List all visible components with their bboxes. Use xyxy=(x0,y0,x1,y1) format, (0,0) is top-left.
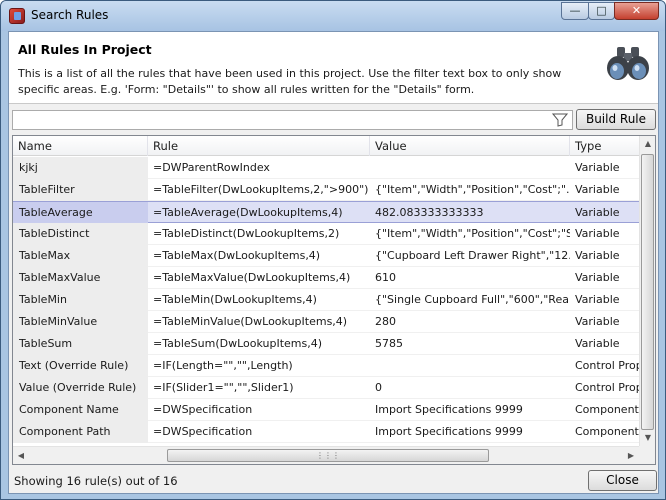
cell-rule: =TableMax(DwLookupItems,4) xyxy=(153,249,321,262)
table-row[interactable]: Component Path =DWSpecification Import Spe… xyxy=(13,421,639,443)
cell-type: Variable xyxy=(575,161,620,174)
scrollbar-corner xyxy=(639,446,655,464)
horizontal-scroll-thumb[interactable]: ⋮⋮⋮ xyxy=(167,449,489,462)
cell-rule: =DWSpecification xyxy=(153,425,253,438)
vertical-scroll-thumb[interactable] xyxy=(641,154,654,430)
cell-rule: =TableMinValue(DwLookupItems,4) xyxy=(153,315,348,328)
scroll-left-icon[interactable]: ◀ xyxy=(13,447,29,464)
vertical-scrollbar[interactable]: ▲ ▼ xyxy=(639,136,655,446)
maximize-button[interactable]: □ xyxy=(588,2,615,20)
header-title: All Rules In Project xyxy=(18,42,152,57)
cell-rule: =TableDistinct(DwLookupItems,2) xyxy=(153,227,340,240)
app-icon xyxy=(9,8,25,24)
minimize-button[interactable]: — xyxy=(561,2,589,20)
cell-value: 482.083333333333 xyxy=(375,206,484,219)
horizontal-scrollbar[interactable]: ◀ ⋮⋮⋮ ▶ xyxy=(13,446,639,464)
header-panel: All Rules In Project This is a list of a… xyxy=(9,32,658,104)
cell-type: Variable xyxy=(575,271,620,284)
cell-rule: =DWSpecification xyxy=(153,403,253,416)
table-row[interactable]: TableFilter =TableFilter(DwLookupItems,2,… xyxy=(13,179,639,201)
search-rules-window: Search Rules — □ ✕ All Rules In Project … xyxy=(0,0,666,500)
table-row[interactable]: TableSum =TableSum(DwLookupItems,4) 5785 Va… xyxy=(13,333,639,355)
cell-type: Variable xyxy=(575,249,620,262)
table-row[interactable]: TableAverage =TableAverage(DwLookupItems,… xyxy=(13,201,639,224)
cell-type: Variable xyxy=(575,183,620,196)
rules-grid: Name Rule Value Type kjkj =DWParentRowInd… xyxy=(12,135,656,465)
cell-value xyxy=(370,355,570,377)
title-bar[interactable]: Search Rules — □ ✕ xyxy=(1,1,665,31)
table-row[interactable]: TableMin =TableMin(DwLookupItems,4) {"Sing… xyxy=(13,289,639,311)
status-text: Showing 16 rule(s) out of 16 xyxy=(14,474,178,488)
cell-value: Import Specifications 9999 xyxy=(375,425,523,438)
cell-value: 280 xyxy=(375,315,396,328)
column-header-rule[interactable]: Rule xyxy=(148,136,370,156)
column-header-name[interactable]: Name xyxy=(13,136,148,156)
scroll-right-icon[interactable]: ▶ xyxy=(623,447,639,464)
cell-value xyxy=(370,157,570,179)
table-row[interactable]: Text (Override Rule) =IF(Length="","",Len… xyxy=(13,355,639,377)
cell-type: Component xyxy=(575,425,639,438)
cell-value: 610 xyxy=(375,271,396,284)
cell-rule: =TableMin(DwLookupItems,4) xyxy=(153,293,317,306)
table-row[interactable]: TableMaxValue =TableMaxValue(DwLookupItem… xyxy=(13,267,639,289)
window-title: Search Rules xyxy=(31,8,109,22)
cell-name: Component Name xyxy=(13,399,148,421)
table-row[interactable]: kjkj =DWParentRowIndex Variable xyxy=(13,157,639,179)
cell-type: Variable xyxy=(575,337,620,350)
scroll-up-icon[interactable]: ▲ xyxy=(640,136,655,152)
table-row[interactable]: TableMax =TableMax(DwLookupItems,4) {"Cupb… xyxy=(13,245,639,267)
cell-name: TableMaxValue xyxy=(13,267,148,289)
cell-rule: =DWParentRowIndex xyxy=(153,161,270,174)
cell-value: 5785 xyxy=(375,337,403,350)
cell-name: TableSum xyxy=(13,333,148,355)
filter-input[interactable] xyxy=(12,110,573,130)
table-row[interactable]: TableMinValue =TableMinValue(DwLookupItem… xyxy=(13,311,639,333)
cell-name: TableMax xyxy=(13,245,148,267)
table-row[interactable]: Component Name =DWSpecification Import Spe… xyxy=(13,399,639,421)
cell-type: Control Prop xyxy=(575,359,639,372)
header-description: This is a list of all the rules that hav… xyxy=(18,67,562,96)
grid-header: Name Rule Value Type xyxy=(13,136,639,156)
filter-funnel-icon[interactable] xyxy=(552,113,568,127)
cell-rule: =TableFilter(DwLookupItems,2,">900") xyxy=(153,183,369,196)
cell-rule: =TableMaxValue(DwLookupItems,4) xyxy=(153,271,351,284)
cell-type: Variable xyxy=(575,227,620,240)
cell-name: TableFilter xyxy=(13,179,148,201)
dialog-client-area: All Rules In Project This is a list of a… xyxy=(8,31,659,494)
table-row[interactable]: Value (Override Rule) =IF(Slider1="","",S… xyxy=(13,377,639,399)
cell-type: Control Prop xyxy=(575,381,639,394)
window-close-button[interactable]: ✕ xyxy=(614,2,659,20)
cell-rule: =TableSum(DwLookupItems,4) xyxy=(153,337,323,350)
table-row[interactable]: TableDistinct =TableDistinct(DwLookupItem… xyxy=(13,223,639,245)
cell-value: {"Single Cupboard Full","600","Rea... xyxy=(375,293,570,306)
cell-type: Component xyxy=(575,403,639,416)
cell-value: {"Item","Width","Position","Cost";"... xyxy=(375,183,570,196)
cell-rule: =IF(Slider1="","",Slider1) xyxy=(153,381,294,394)
cell-name: kjkj xyxy=(13,157,148,179)
cell-name: TableMinValue xyxy=(13,311,148,333)
cell-name: Text (Override Rule) xyxy=(13,355,148,377)
cell-name: Component Path xyxy=(13,421,148,443)
scroll-down-icon[interactable]: ▼ xyxy=(640,430,655,446)
cell-type: Variable xyxy=(575,315,620,328)
cell-name: Value (Override Rule) xyxy=(13,377,148,399)
cell-name: TableAverage xyxy=(13,202,148,224)
column-header-value[interactable]: Value xyxy=(370,136,570,156)
cell-type: Variable xyxy=(575,206,620,219)
binoculars-icon xyxy=(607,47,649,80)
cell-name: TableDistinct xyxy=(13,223,148,245)
cell-value: 0 xyxy=(375,381,382,394)
cell-rule: =IF(Length="","",Length) xyxy=(153,359,293,372)
close-button[interactable]: Close xyxy=(588,470,657,491)
cell-value: Import Specifications 9999 xyxy=(375,403,523,416)
cell-name: TableMin xyxy=(13,289,148,311)
column-header-type[interactable]: Type xyxy=(570,136,639,156)
build-rule-button[interactable]: Build Rule xyxy=(576,109,656,130)
cell-type: Variable xyxy=(575,293,620,306)
cell-value: {"Item","Width","Position","Cost";"S... xyxy=(375,227,570,240)
cell-rule: =TableAverage(DwLookupItems,4) xyxy=(153,206,343,219)
cell-value: {"Cupboard Left Drawer Right","12... xyxy=(375,249,570,262)
